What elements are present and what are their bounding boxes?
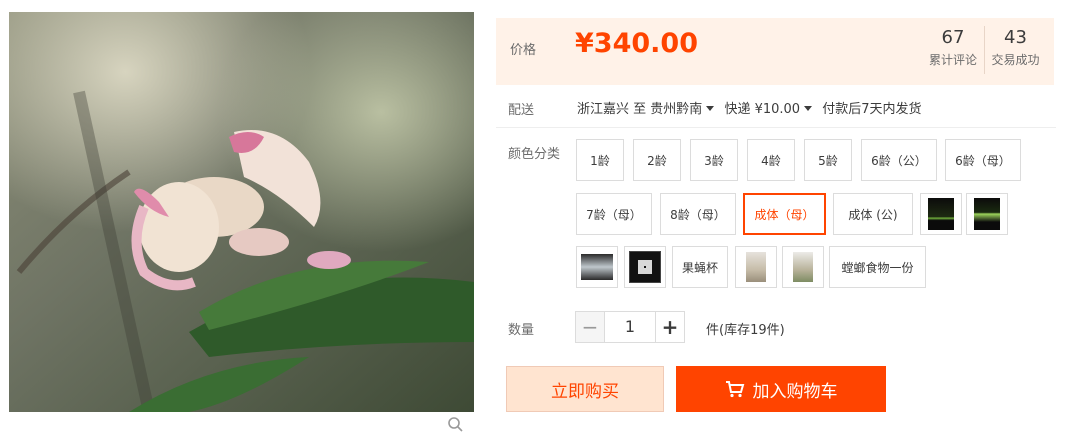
sku-thumbnail-option[interactable] (782, 246, 824, 288)
purchase-panel: 价格 ¥340.00 67 累计评论 43 交易成功 配送 浙江嘉兴 至 贵州黔… (496, 0, 1056, 433)
increment-button[interactable]: + (655, 311, 685, 343)
review-count-label: 累计评论 (928, 53, 977, 67)
sku-option[interactable]: 4龄 (747, 139, 795, 181)
review-count-stat[interactable]: 67 累计评论 (922, 26, 984, 74)
sku-thumbnail-option[interactable] (966, 193, 1008, 235)
sku-option[interactable]: 2龄 (633, 139, 681, 181)
sku-option[interactable]: 3龄 (690, 139, 738, 181)
shipping-method[interactable]: 快递 ¥10.00 (724, 102, 818, 117)
product-thumbnail-icon (629, 251, 661, 283)
transaction-count-stat: 43 交易成功 (984, 26, 1046, 74)
product-thumbnail-icon (793, 252, 813, 282)
add-to-cart-label: 加入购物车 (752, 381, 838, 402)
sku-option[interactable]: 螳螂食物一份 (829, 246, 926, 288)
sku-thumbnail-option[interactable] (920, 193, 962, 235)
product-page: 价格 ¥340.00 67 累计评论 43 交易成功 配送 浙江嘉兴 至 贵州黔… (0, 0, 1080, 433)
add-to-cart-button[interactable]: 加入购物车 (676, 366, 886, 412)
magnifier-icon[interactable] (446, 416, 464, 433)
sku-option[interactable]: 5龄 (804, 139, 852, 181)
price-label: 价格 (510, 43, 537, 58)
price-box: 价格 ¥340.00 67 累计评论 43 交易成功 (496, 18, 1054, 85)
shipping-origin: 浙江嘉兴 至 (577, 102, 647, 117)
product-thumbnail-icon (928, 198, 954, 230)
shipping-destination[interactable]: 贵州黔南 (650, 102, 720, 117)
product-thumbnail-icon (974, 198, 1000, 230)
sku-thumbnail-option[interactable] (576, 246, 618, 288)
sku-option[interactable]: 6龄（公） (861, 139, 937, 181)
quantity-input[interactable]: 1 (605, 311, 655, 343)
orchid-mantis-photo (9, 12, 474, 412)
review-count: 67 (941, 27, 965, 48)
transaction-count: 43 (1004, 27, 1027, 48)
shipping-row: 配送 浙江嘉兴 至 贵州黔南 快递 ¥10.00 付款后7天内发货 (496, 88, 1056, 128)
destination-text: 贵州黔南 (650, 102, 703, 117)
sku-option[interactable]: 8龄（母） (660, 193, 736, 235)
quantity-stepper: − 1 + (575, 311, 685, 343)
chevron-down-icon (804, 106, 813, 111)
shipping-label: 配送 (508, 103, 535, 118)
sales-stats: 67 累计评论 43 交易成功 (922, 26, 1046, 74)
price-value: ¥340.00 (575, 28, 698, 59)
sku-option[interactable]: 成体 (公) (833, 193, 913, 235)
chevron-down-icon (706, 106, 715, 111)
dispatch-time: 付款后7天内发货 (822, 102, 922, 117)
sku-option[interactable]: 果蝇杯 (672, 246, 728, 288)
sku-option[interactable]: 1龄 (576, 139, 624, 181)
product-main-image[interactable] (9, 12, 474, 412)
stock-info: 件(库存19件) (706, 323, 785, 338)
sku-thumbnail-option[interactable] (624, 246, 666, 288)
sku-option[interactable]: 7龄（母） (576, 193, 652, 235)
product-thumbnail-icon (581, 254, 613, 280)
sku-label: 颜色分类 (508, 147, 561, 162)
method-text: 快递 ¥10.00 (724, 102, 801, 117)
quantity-label: 数量 (508, 323, 535, 338)
product-thumbnail-icon (746, 252, 766, 282)
transaction-count-label: 交易成功 (991, 53, 1040, 67)
sku-thumbnail-option[interactable] (735, 246, 777, 288)
buy-now-button[interactable]: 立即购买 (506, 366, 664, 412)
decrement-button[interactable]: − (575, 311, 605, 343)
shopping-cart-icon (725, 381, 744, 398)
sku-option[interactable]: 6龄（母） (945, 139, 1021, 181)
sku-option-selected[interactable]: 成体（母） (743, 193, 826, 235)
shipping-info: 浙江嘉兴 至 贵州黔南 快递 ¥10.00 付款后7天内发货 (577, 98, 921, 117)
